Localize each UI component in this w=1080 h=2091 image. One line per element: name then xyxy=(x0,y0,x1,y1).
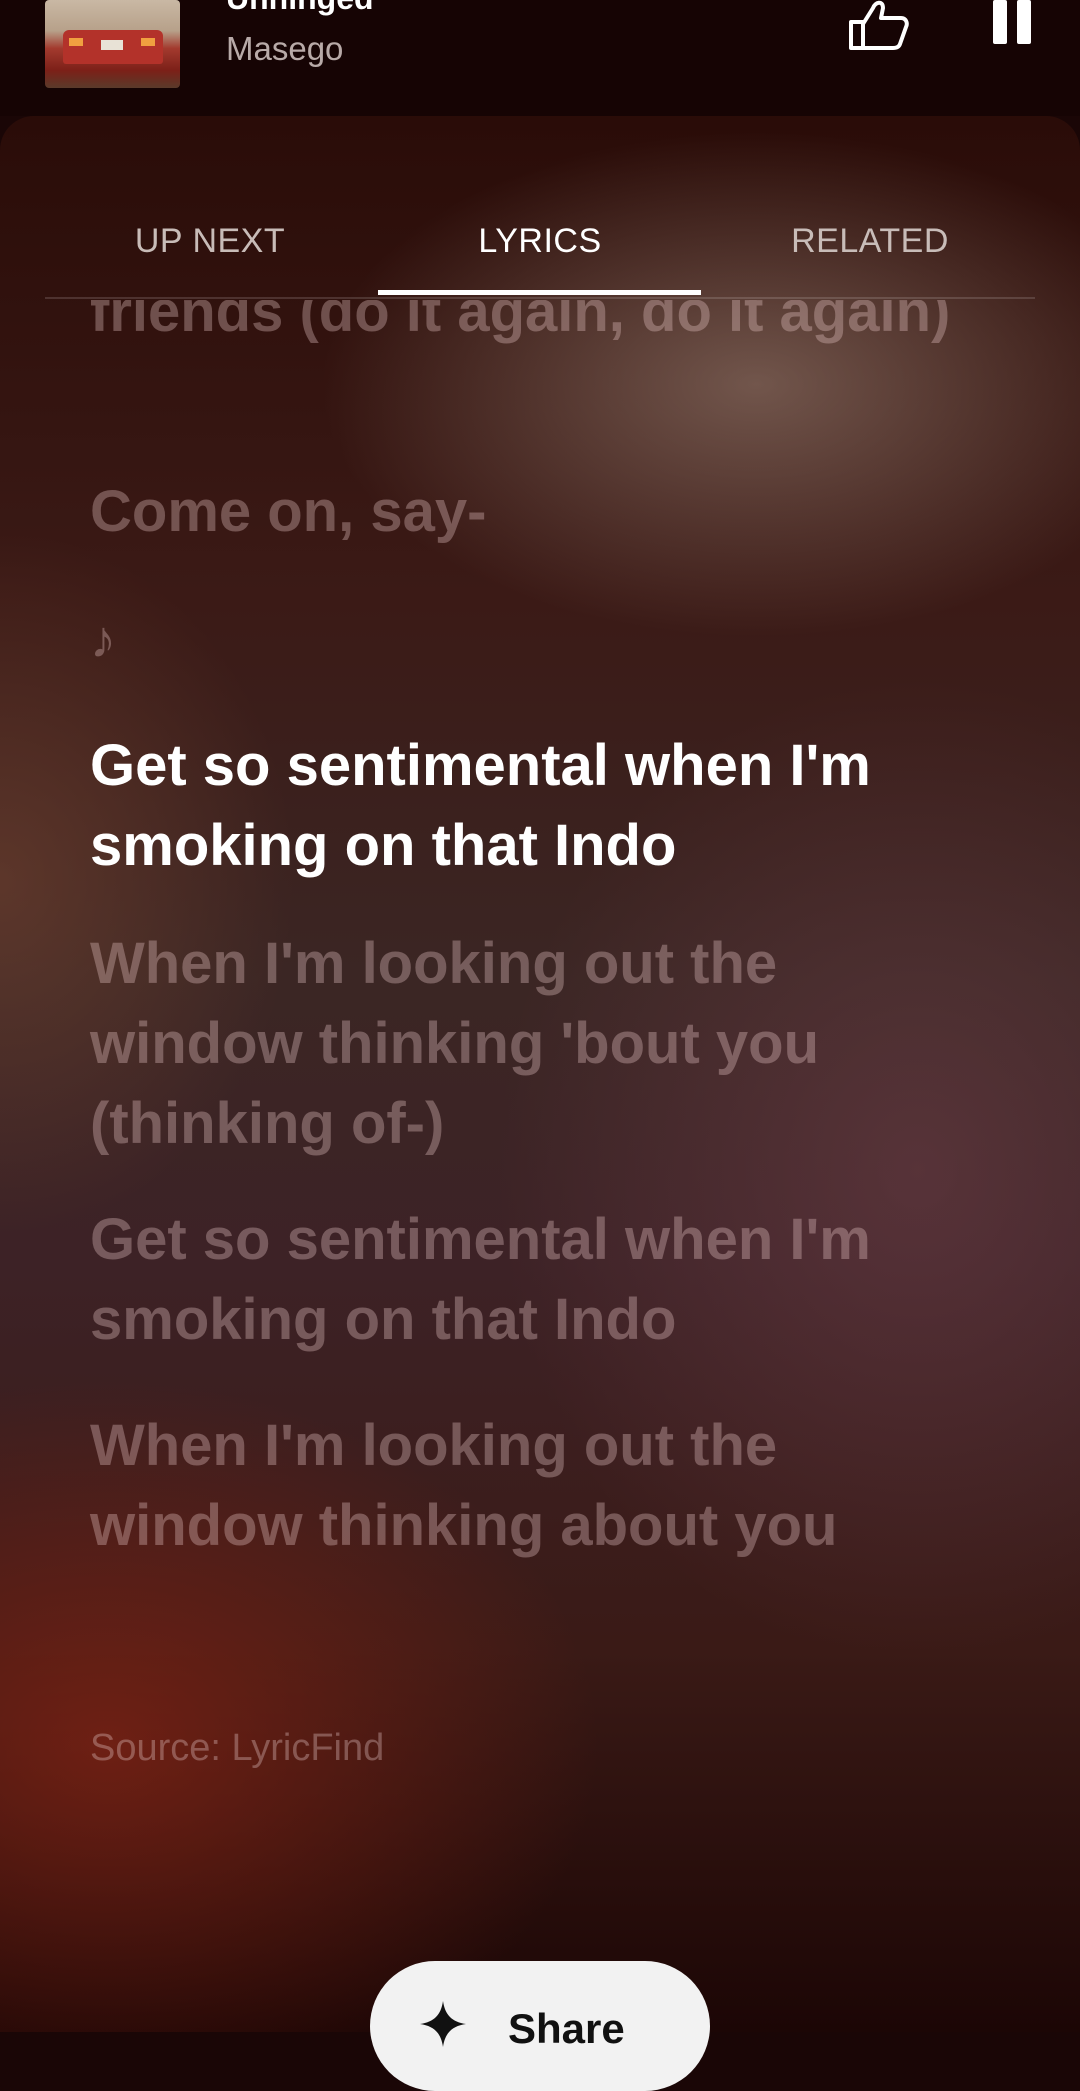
pause-button[interactable] xyxy=(990,0,1034,46)
lyric-line: When I'm looking out the window thinking… xyxy=(90,1413,838,1558)
artist-name: Masego xyxy=(226,30,344,67)
share-label: Share xyxy=(508,2005,625,2052)
tab-lyrics[interactable]: LYRICS xyxy=(375,206,705,296)
like-button[interactable] xyxy=(845,0,911,52)
tab-divider xyxy=(45,297,1035,299)
song-title: Unhinged xyxy=(226,0,374,17)
lyric-line: friends (do it again, do it again) xyxy=(90,300,951,344)
active-tab-indicator xyxy=(378,290,701,295)
sparkle-icon xyxy=(420,2001,466,2047)
album-art[interactable] xyxy=(45,0,180,88)
lyric-line: Get so sentimental when I'm smoking on t… xyxy=(90,1207,871,1352)
thumbs-up-icon xyxy=(849,0,909,50)
lyric-line-music-note: ♪ xyxy=(90,611,116,669)
album-art-taillight-right xyxy=(141,38,155,46)
tab-related[interactable]: RELATED xyxy=(705,206,1035,296)
lyrics-sheet: UP NEXT LYRICS RELATED friends (do it ag… xyxy=(0,116,1080,2032)
lyric-line: When I'm looking out the window thinking… xyxy=(90,931,819,1156)
tab-up-next[interactable]: UP NEXT xyxy=(45,206,375,296)
lyrics-scroll-area[interactable]: friends (do it again, do it again) Come … xyxy=(0,300,1080,1860)
share-button[interactable]: Share xyxy=(370,1961,710,2091)
pause-icon-bar xyxy=(1017,0,1031,44)
album-art-plate xyxy=(101,40,123,50)
album-art-taillight-left xyxy=(69,38,83,46)
lyric-line-current: Get so sentimental when I'm smoking on t… xyxy=(90,733,871,878)
pause-icon-bar xyxy=(993,0,1007,44)
mini-player[interactable]: Unhinged Masego xyxy=(0,0,1080,116)
tab-bar: UP NEXT LYRICS RELATED xyxy=(45,206,1035,296)
lyrics-source: Source: LyricFind xyxy=(90,1727,385,1769)
lyric-line: Come on, say- xyxy=(90,479,487,544)
